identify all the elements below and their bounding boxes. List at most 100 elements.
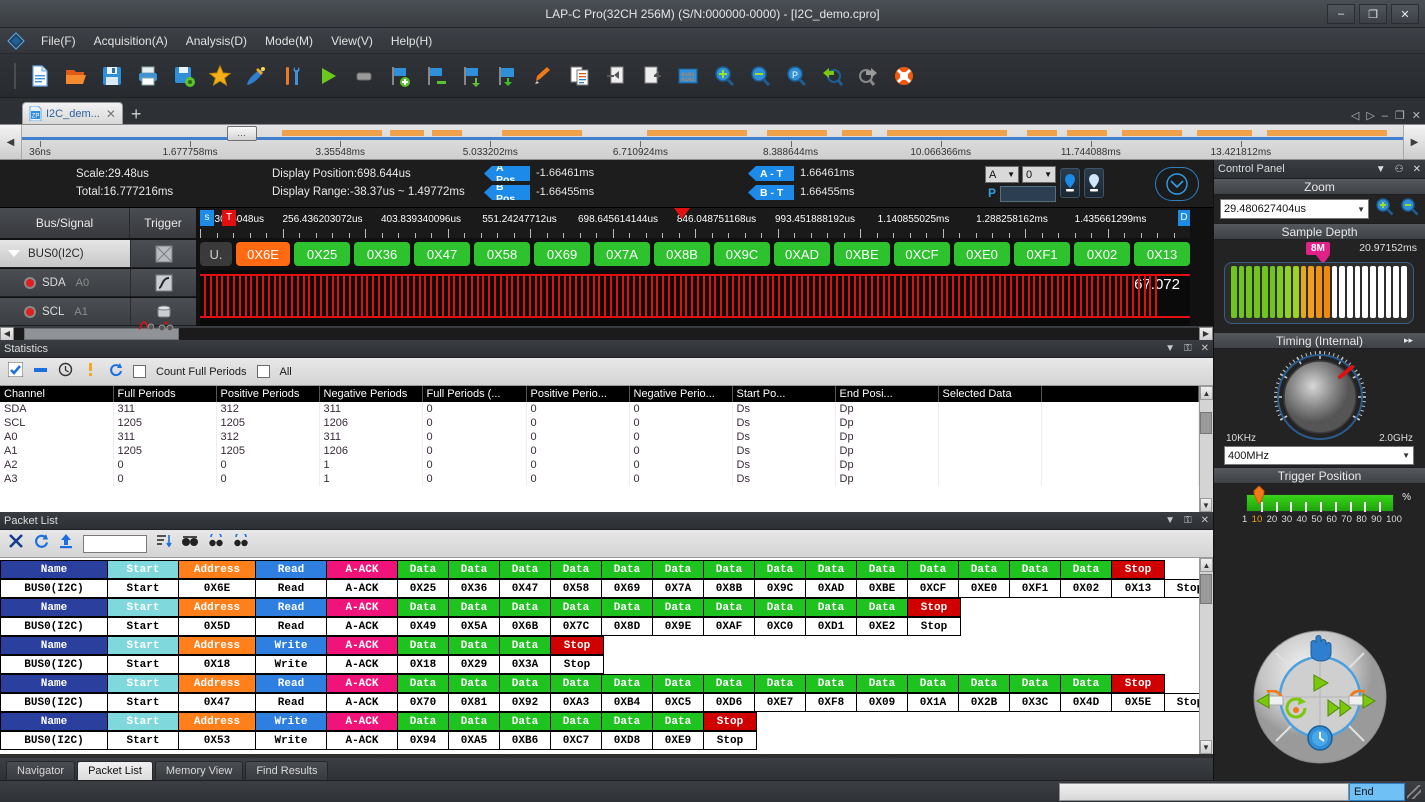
tools-icon[interactable] <box>276 60 308 92</box>
packet-field-header[interactable]: Read <box>255 598 327 617</box>
sample-depth-bar[interactable] <box>1362 266 1369 318</box>
packet-field-header[interactable]: Start <box>107 712 179 731</box>
maximize-button[interactable]: ❐ <box>1359 4 1387 24</box>
zoom-in-icon[interactable] <box>708 60 740 92</box>
statistics-table-wrap[interactable]: Channel Full Periods Positive Periods Negat… <box>0 386 1199 512</box>
stat-range-icon[interactable] <box>33 362 48 382</box>
menu-item-acquisition[interactable]: Acquisition(A) <box>85 31 177 51</box>
packet-field-header[interactable]: A-ACK <box>326 560 398 579</box>
trigger-position-handle-icon[interactable] <box>1252 485 1266 509</box>
bottom-tab-navigator[interactable]: Navigator <box>6 761 76 780</box>
prev-page-icon[interactable] <box>600 60 632 92</box>
export-flag-icon[interactable] <box>492 60 524 92</box>
packet-value-row[interactable]: BUS0(I2C) Start 0X47 Read A-ACK 0X70 0X81 0X92 0… <box>0 693 1199 712</box>
bus-packet-block[interactable]: 0XBE <box>834 242 890 266</box>
packet-field-header[interactable]: Data <box>1060 674 1112 693</box>
sample-depth-bar[interactable] <box>1292 266 1299 318</box>
channel-row-sda[interactable]: SDA A0 <box>0 269 196 297</box>
bus-packet-block[interactable]: 0X69 <box>534 242 590 266</box>
find-next-icon[interactable] <box>233 531 249 553</box>
cursor-a-select[interactable]: A ▼ <box>985 166 1019 183</box>
packet-field-header[interactable]: Data <box>907 674 959 693</box>
sample-depth-bar[interactable] <box>1261 266 1268 318</box>
packet-field-header[interactable]: Write <box>255 712 327 731</box>
sample-depth-bar[interactable] <box>1370 266 1376 318</box>
bus-name-cell[interactable]: BUS0(I2C) <box>0 240 130 267</box>
sample-depth-bar[interactable] <box>1269 266 1276 318</box>
bus-packet-block[interactable]: 0X25 <box>294 242 350 266</box>
sample-depth-bar[interactable] <box>1354 266 1361 318</box>
menu-item-mode[interactable]: Mode(M) <box>256 31 322 51</box>
expand-caret-icon[interactable] <box>8 250 20 257</box>
packet-field-header[interactable]: A-ACK <box>326 636 398 655</box>
packet-field-header[interactable]: Data <box>499 636 551 655</box>
packet-field-header[interactable]: A-ACK <box>326 598 398 617</box>
packet-field-header[interactable]: Data <box>805 560 857 579</box>
binary-view-icon[interactable]: 0101 0101 <box>672 60 704 92</box>
save-icon[interactable] <box>96 60 128 92</box>
sample-depth-bar[interactable] <box>1401 266 1407 318</box>
packet-value-row[interactable]: BUS0(I2C) Start 0X6E Read A-ACK 0X25 0X36 0X47 0… <box>0 579 1199 598</box>
bus-packet-block[interactable]: 0XCF <box>894 242 950 266</box>
packet-field-header[interactable]: Data <box>856 674 908 693</box>
control-panel-collapse-icon[interactable]: ▼ <box>1376 164 1386 175</box>
table-row[interactable]: SDA 311 312 311 0 0 0 Ds Dp <box>0 402 1199 416</box>
delete-icon[interactable] <box>8 533 24 554</box>
zoom-out-icon[interactable] <box>1400 197 1419 221</box>
sample-depth-bar[interactable] <box>1308 266 1315 318</box>
packet-field-header[interactable]: Name <box>0 636 108 655</box>
bus-packet-block[interactable]: 0X13 <box>1134 242 1190 266</box>
reset-icon[interactable] <box>1283 696 1309 725</box>
table-row[interactable]: A0 311 312 311 0 0 0 Ds Dp <box>0 430 1199 444</box>
sample-depth-bar[interactable] <box>1377 266 1384 318</box>
packet-list-pin-icon[interactable]: ⚿ <box>1184 515 1192 526</box>
close-button[interactable]: ✕ <box>1391 4 1419 24</box>
bus-packet-block[interactable]: 0X9C <box>714 242 770 266</box>
packet-field-header[interactable]: Data <box>397 598 449 617</box>
packet-field-header[interactable]: Data <box>499 674 551 693</box>
packet-field-header[interactable]: Data <box>958 560 1010 579</box>
packet-field-header[interactable]: Address <box>178 598 256 617</box>
tab-nav-prev-icon[interactable]: ◁ <box>1351 109 1359 122</box>
channel-name-cell-scl[interactable]: SCL A1 <box>0 298 130 325</box>
overview-navigator[interactable]: ◀ … 36ns 1.677758ms 3.35548ms 5.033202ms 6.7… <box>0 124 1425 160</box>
sample-depth-bars[interactable] <box>1224 262 1414 324</box>
tab-nav-next-icon[interactable]: ▷ <box>1366 109 1374 122</box>
packet-field-header[interactable]: Data <box>550 712 602 731</box>
statistics-column-header[interactable]: Negative Perio... <box>629 386 733 402</box>
packet-field-header[interactable]: Write <box>255 636 327 655</box>
packet-field-header[interactable]: Data <box>703 560 755 579</box>
packet-field-header[interactable]: Stop <box>550 636 604 655</box>
packet-field-header[interactable]: Stop <box>1111 560 1165 579</box>
trigger-position-control[interactable]: % 1 10 20 30 40 50 60 70 80 90 100 <box>1214 484 1425 532</box>
packet-field-header[interactable]: Data <box>601 712 653 731</box>
statistics-column-header[interactable]: Selected Data <box>938 386 1042 402</box>
tab-restore-icon[interactable]: ❐ <box>1395 109 1405 122</box>
timing-settings-icon[interactable] <box>1155 167 1199 201</box>
packet-field-header[interactable]: Data <box>1009 674 1061 693</box>
trigger-marker-icon[interactable]: T <box>222 210 236 226</box>
refresh-icon[interactable] <box>33 533 49 554</box>
document-tab-close-icon[interactable]: ✕ <box>106 107 116 121</box>
packet-field-header[interactable]: Start <box>107 674 179 693</box>
open-folder-icon[interactable] <box>60 60 92 92</box>
left-arrow-icon[interactable] <box>1255 689 1285 721</box>
packet-field-header[interactable]: Data <box>958 674 1010 693</box>
packet-list-close-icon[interactable]: ✕ <box>1201 515 1209 526</box>
packet-field-header[interactable]: Name <box>0 560 108 579</box>
b-minus-t-flag[interactable]: B - T <box>748 185 794 200</box>
sample-depth-bar[interactable] <box>1231 266 1237 318</box>
packet-field-header[interactable]: Data <box>754 598 806 617</box>
new-file-icon[interactable] <box>24 60 56 92</box>
packet-value-row[interactable]: BUS0(I2C) Start 0X18 Write A-ACK 0X18 0X29 0X3A… <box>0 655 604 674</box>
bus-packet-block[interactable]: 0XF1 <box>1014 242 1070 266</box>
control-panel-close-icon[interactable]: ✕ <box>1413 164 1421 175</box>
packet-field-header[interactable]: Data <box>856 560 908 579</box>
packet-list-scroll-thumb[interactable] <box>1200 574 1212 604</box>
tab-minimize-icon[interactable]: – <box>1382 110 1388 122</box>
packet-field-header[interactable]: Data <box>601 560 653 579</box>
packet-field-header[interactable]: Data <box>448 560 500 579</box>
end-button[interactable]: End <box>1349 782 1405 801</box>
sample-depth-bar[interactable] <box>1385 266 1392 318</box>
packet-field-header[interactable]: Data <box>448 636 500 655</box>
